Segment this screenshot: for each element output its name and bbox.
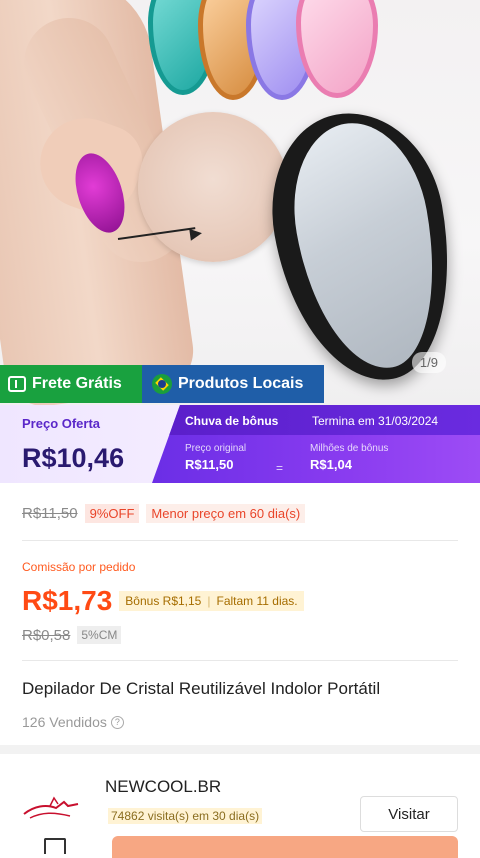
divider — [22, 540, 458, 541]
visit-store-button[interactable]: Visitar — [360, 796, 458, 832]
commission-row: R$1,73 Bônus R$1,15 | Faltam 11 dias. — [22, 585, 304, 617]
offer-price: R$10,46 — [22, 443, 125, 473]
original-price-value: R$11,50 — [185, 457, 234, 472]
price-history-row: R$11,50 9%OFF Menor preço em 60 dia(s) — [22, 504, 306, 523]
bonus-end-date: Termina em 31/03/2024 — [312, 414, 439, 428]
minus-sign: = — [276, 461, 284, 475]
original-price-label: Preço original — [185, 443, 247, 454]
product-title: Depilador De Cristal Reutilizável Indolo… — [22, 679, 381, 698]
local-products-badge: Produtos Locais — [142, 365, 324, 403]
discount-badge: 9%OFF — [84, 504, 140, 523]
ticket-icon — [8, 376, 26, 392]
sold-count: 126 Vendidos ? — [22, 714, 124, 730]
arrow-icon — [189, 227, 203, 241]
old-commission: R$0,58 — [22, 626, 71, 644]
lowest-price-badge: Menor preço em 60 dia(s) — [146, 504, 306, 523]
info-icon[interactable]: ? — [110, 715, 124, 729]
pink-eraser-top-illustration — [296, 0, 378, 98]
image-page-indicator: 1/9 — [411, 352, 446, 373]
bottom-action-bar — [0, 832, 480, 858]
brazil-flag-icon — [152, 374, 172, 394]
offer-label: Preço Oferta — [22, 416, 101, 431]
commission-rate-badge: 5%CM — [77, 626, 122, 644]
product-image-carousel[interactable]: 1/9 — [0, 0, 480, 405]
skin-zoom-circle — [138, 112, 288, 262]
commission-bonus-badge: Bônus R$1,15 | Faltam 11 dias. — [119, 591, 304, 611]
divider — [22, 660, 458, 661]
commission-bonus: Bônus R$1,15 — [125, 594, 202, 608]
bonus-value: R$1,04 — [310, 457, 352, 472]
commission-old-row: R$0,58 5%CM — [22, 626, 122, 644]
store-visits: 74862 visita(s) em 30 dia(s) — [108, 808, 263, 824]
store-logo[interactable] — [20, 792, 84, 824]
commission-label: Comissão por pedido — [22, 560, 136, 574]
bonus-value-column: Milhões de bônus R$1,04 — [310, 443, 388, 472]
price-banner: Preço Oferta R$10,46 Chuva de bônus Term… — [0, 405, 480, 483]
buy-button[interactable] — [112, 836, 458, 858]
separator: | — [207, 594, 211, 608]
commission-remaining: Faltam 11 dias. — [216, 594, 298, 608]
old-price: R$11,50 — [22, 505, 78, 522]
store-name[interactable]: NEWCOOL.BR — [105, 777, 221, 797]
free-shipping-label: Frete Grátis — [32, 375, 122, 392]
section-gap — [0, 745, 480, 754]
bonus-panel: Chuva de bônus Termina em 31/03/2024 Pre… — [152, 405, 480, 483]
bonus-value-label: Milhões de bônus — [310, 443, 389, 454]
bonus-title: Chuva de bônus — [185, 414, 279, 428]
free-shipping-badge: Frete Grátis — [0, 365, 142, 403]
local-products-label: Produtos Locais — [178, 375, 304, 392]
shop-icon[interactable] — [44, 838, 66, 854]
commission-value: R$1,73 — [22, 585, 113, 616]
sold-count-label: 126 Vendidos — [22, 714, 107, 730]
offer-price-panel: Preço Oferta R$10,46 — [0, 405, 180, 483]
product-badges: Frete Grátis Produtos Locais — [0, 365, 324, 403]
original-price-column: Preço original R$11,50 — [185, 443, 246, 472]
